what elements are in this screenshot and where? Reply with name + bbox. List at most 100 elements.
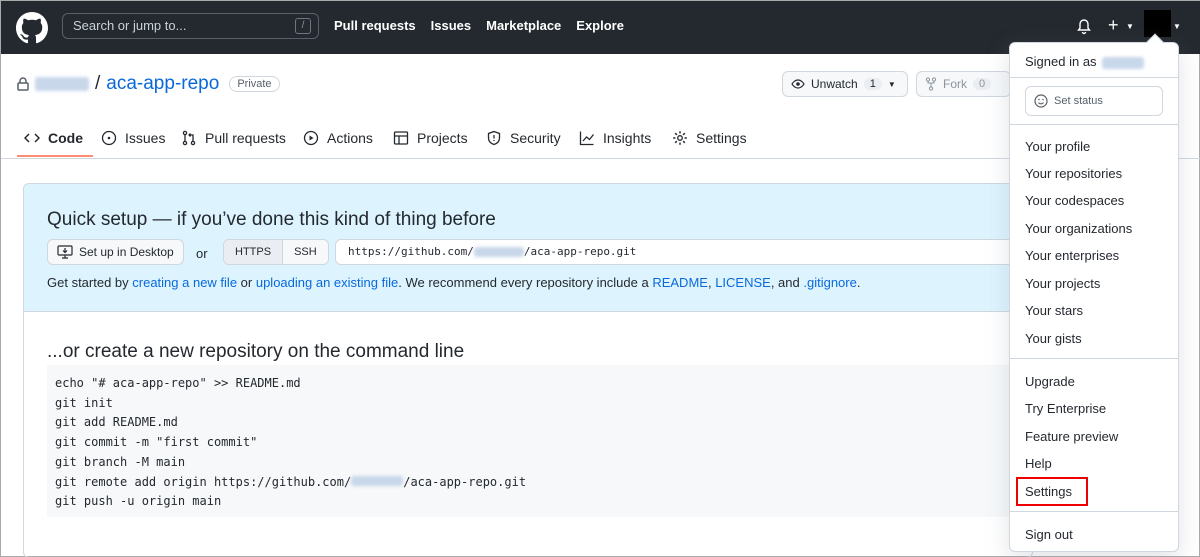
menu-your-profile[interactable]: Your profile — [1025, 139, 1090, 154]
repo-name-link[interactable]: aca-app-repo — [106, 73, 219, 95]
github-logo-icon[interactable] — [16, 12, 48, 44]
menu-your-gists[interactable]: Your gists — [1025, 331, 1082, 346]
clone-url-field[interactable]: https://github.com/ /aca-app-repo.git — [335, 239, 1032, 265]
code-line-remote-prefix: git remote add origin https://github.com… — [55, 474, 352, 489]
menu-your-stars[interactable]: Your stars — [1025, 303, 1083, 318]
tab-actions[interactable]: Actions — [303, 130, 373, 146]
pull-request-icon — [182, 130, 196, 146]
https-button[interactable]: HTTPS — [224, 240, 284, 264]
owner-name-redacted — [351, 475, 404, 486]
static-text: or — [237, 275, 256, 290]
active-tab-indicator — [17, 155, 93, 157]
nav-marketplace[interactable]: Marketplace — [486, 18, 561, 33]
smiley-icon — [1034, 94, 1048, 108]
fork-button[interactable]: Fork 0 — [916, 71, 1011, 97]
menu-your-organizations[interactable]: Your organizations — [1025, 221, 1132, 236]
menu-your-enterprises[interactable]: Your enterprises — [1025, 248, 1119, 263]
divider — [1010, 124, 1178, 125]
play-icon — [303, 130, 319, 146]
tab-security[interactable]: Security — [486, 130, 561, 146]
owner-name-redacted[interactable] — [35, 77, 89, 91]
divider — [1010, 358, 1178, 359]
creating-new-file-link[interactable]: creating a new file — [132, 275, 237, 290]
chevron-down-icon[interactable]: ▼ — [1126, 22, 1134, 31]
ssh-button[interactable]: SSH — [283, 240, 328, 264]
nav-explore[interactable]: Explore — [576, 18, 624, 33]
readme-link[interactable]: README — [652, 275, 708, 290]
tab-code[interactable]: Code — [24, 130, 83, 146]
gitignore-link[interactable]: .gitignore — [803, 275, 856, 290]
divider — [1010, 511, 1178, 512]
code-line: git commit -m "first commit" — [55, 435, 258, 450]
repo-path-separator: / — [95, 73, 101, 94]
watch-count: 1 — [863, 78, 882, 90]
repo-title: / aca-app-repo Private — [17, 73, 280, 95]
plus-icon[interactable]: + — [1108, 15, 1119, 36]
menu-help[interactable]: Help — [1025, 456, 1052, 471]
nav-issues[interactable]: Issues — [431, 18, 471, 33]
global-nav: Pull requests Issues Marketplace Explore — [334, 18, 624, 33]
search-placeholder: Search or jump to... — [73, 18, 187, 33]
protocol-toggle: HTTPS SSH — [223, 239, 329, 265]
menu-your-projects[interactable]: Your projects — [1025, 276, 1100, 291]
gear-icon — [673, 131, 687, 145]
user-dropdown-menu: Signed in as Set status Your profile You… — [1009, 42, 1179, 552]
fork-icon — [925, 77, 937, 91]
static-text: , and — [770, 275, 804, 290]
code-line-remote-suffix: /aca-app-repo.git — [403, 474, 527, 489]
slash-shortcut-hint: / — [295, 18, 311, 34]
set-status-label: Set status — [1054, 95, 1103, 107]
eye-icon — [791, 79, 805, 89]
static-text: Get started by — [47, 275, 133, 290]
tab-label: Actions — [327, 130, 373, 146]
clone-url-suffix: /aca-app-repo.git — [523, 245, 637, 258]
license-link[interactable]: LICENSE — [715, 275, 771, 290]
tab-label: Security — [510, 130, 561, 146]
upload-existing-file-link[interactable]: uploading an existing file — [256, 275, 398, 290]
avatar[interactable] — [1144, 10, 1171, 37]
nav-pull-requests[interactable]: Pull requests — [334, 18, 416, 33]
fork-label: Fork — [943, 77, 967, 91]
menu-sign-out[interactable]: Sign out — [1025, 527, 1073, 542]
lock-icon — [17, 77, 29, 91]
code-line: git branch -M main — [55, 454, 186, 469]
menu-feature-preview[interactable]: Feature preview — [1025, 429, 1118, 444]
static-text: . We recommend every repository include … — [398, 275, 653, 290]
tab-projects[interactable]: Projects — [393, 130, 468, 146]
owner-name-redacted — [473, 247, 524, 257]
tab-label: Pull requests — [205, 130, 286, 146]
code-line-remote: git remote add origin https://github.com… — [55, 473, 1032, 493]
tab-settings[interactable]: Settings — [672, 130, 747, 146]
divider — [1010, 77, 1178, 78]
chevron-down-icon[interactable]: ▼ — [1173, 22, 1181, 31]
bell-icon[interactable] — [1076, 18, 1092, 36]
menu-upgrade[interactable]: Upgrade — [1025, 374, 1075, 389]
fork-count: 0 — [973, 78, 992, 90]
username-redacted — [1102, 56, 1145, 69]
tab-issues[interactable]: Issues — [101, 130, 165, 146]
menu-try-enterprise[interactable]: Try Enterprise — [1025, 401, 1106, 416]
set-up-in-desktop-button[interactable]: Set up in Desktop — [47, 239, 184, 265]
menu-your-codespaces[interactable]: Your codespaces — [1025, 193, 1124, 208]
tab-insights[interactable]: Insights — [579, 130, 651, 146]
quick-setup-title: Quick setup — if you’ve done this kind o… — [47, 209, 496, 230]
unwatch-button[interactable]: Unwatch 1 ▼ — [782, 71, 908, 97]
static-text: . — [856, 275, 861, 290]
clone-url-prefix: https://github.com/ — [348, 245, 474, 258]
empty-repo-instructions: Quick setup — if you’ve done this kind o… — [23, 183, 1033, 557]
tab-label: Insights — [603, 130, 652, 146]
issue-icon — [101, 130, 117, 146]
set-status-button[interactable]: Set status — [1025, 86, 1163, 116]
desktop-button-label: Set up in Desktop — [79, 245, 174, 259]
graph-icon — [579, 131, 595, 146]
quick-setup-box: Quick setup — if you’ve done this kind o… — [24, 184, 1032, 312]
tab-label: Issues — [125, 130, 166, 146]
search-input[interactable]: Search or jump to... / — [62, 13, 319, 39]
tab-pull-requests[interactable]: Pull requests — [181, 130, 286, 146]
signed-in-label: Signed in as — [1025, 54, 1097, 69]
menu-your-repositories[interactable]: Your repositories — [1025, 166, 1122, 181]
signed-in-as: Signed in as — [1025, 54, 1145, 69]
code-icon — [24, 133, 40, 143]
or-text: or — [196, 246, 208, 261]
visibility-badge: Private — [229, 76, 280, 92]
